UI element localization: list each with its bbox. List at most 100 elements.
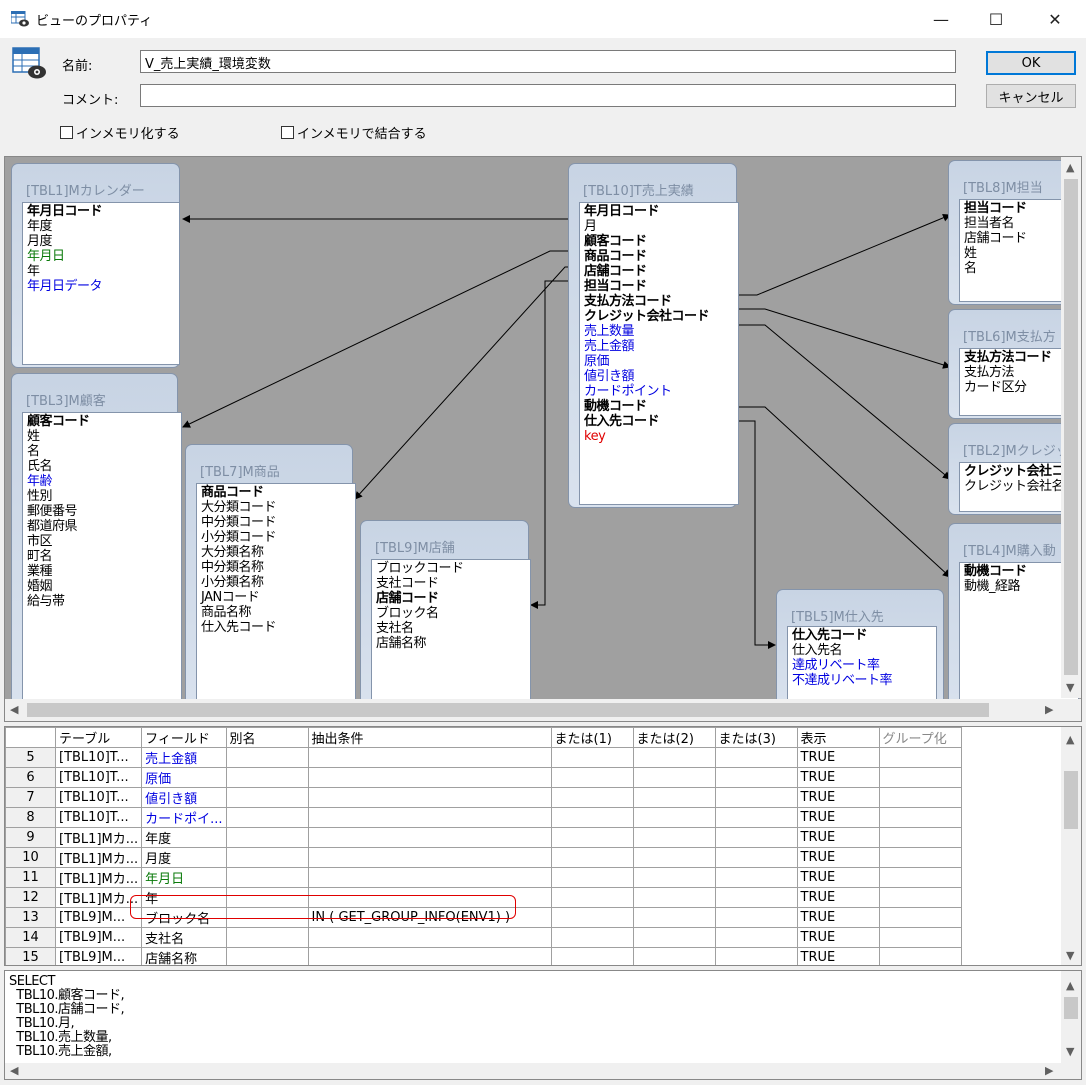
minimize-button[interactable]: — — [918, 0, 964, 38]
comment-input[interactable] — [140, 84, 956, 107]
grid-cell[interactable]: [TBL9]M... — [54, 907, 143, 928]
grid-cell[interactable] — [225, 767, 309, 788]
grid-cell[interactable] — [714, 947, 798, 965]
field-item[interactable]: key — [584, 429, 734, 444]
grid-cell[interactable]: TRUE — [796, 927, 880, 948]
grid-cell[interactable]: TRUE — [796, 847, 880, 868]
table-box[interactable]: [TBL1]Mカレンダー 年月日コード 年度 月度 年月日年年月日データ — [11, 163, 180, 368]
table-row[interactable]: 11 [TBL1]Mカ... 年月日 TRUE — [5, 867, 962, 888]
scroll-left-arrow-icon[interactable]: ◀ — [10, 1064, 18, 1077]
scroll-up-arrow-icon[interactable]: ▲ — [1066, 979, 1074, 992]
grid-header-cell[interactable] — [5, 727, 56, 748]
table-row[interactable]: 10 [TBL1]Mカ... 月度 TRUE — [5, 847, 962, 868]
field-table[interactable]: テーブル フィールド 別名 抽出条件 または(1) または(2) または(3) 表示 グループ化… — [5, 727, 962, 965]
grid-cell[interactable] — [225, 847, 309, 868]
grid-cell[interactable]: TRUE — [796, 767, 880, 788]
field-item[interactable]: 都道府県 — [27, 519, 177, 534]
grid-cell[interactable] — [878, 927, 962, 948]
field-item[interactable]: カードポイント — [584, 384, 734, 399]
field-item[interactable]: 大分類名称 — [201, 545, 351, 560]
field-item[interactable]: 年齢 — [27, 474, 177, 489]
sql-horizontal-scrollbar[interactable]: ◀ ▶ — [5, 1063, 1081, 1079]
scroll-thumb[interactable] — [1064, 179, 1078, 675]
grid-cell[interactable]: [TBL10]T... — [54, 787, 143, 808]
field-item[interactable]: 業種 — [27, 564, 177, 579]
field-item[interactable]: 性別 — [27, 489, 177, 504]
grid-cell[interactable]: [TBL1]Mカ... — [54, 867, 143, 888]
table-box[interactable]: [TBL6]M支払方 支払方法コード 支払方法 カード区分 — [948, 309, 1079, 419]
grid-cell[interactable]: 売上金額 — [141, 747, 227, 768]
ok-button[interactable]: OK — [986, 51, 1076, 75]
grid-cell[interactable]: TRUE — [796, 747, 880, 768]
scroll-thumb[interactable] — [1064, 771, 1078, 829]
grid-cell[interactable] — [225, 787, 309, 808]
field-item[interactable]: 売上数量 — [584, 324, 734, 339]
grid-cell[interactable]: 店舗名称 — [141, 947, 227, 965]
grid-cell[interactable]: [TBL1]Mカ... — [54, 847, 143, 868]
table-row[interactable]: 14 [TBL9]M... 支社名 TRUE — [5, 927, 962, 948]
grid-cell[interactable] — [225, 927, 309, 948]
field-item[interactable]: 店舗コード — [584, 264, 734, 279]
field-item[interactable]: 仕入先名 — [792, 643, 932, 658]
scroll-thumb[interactable] — [27, 703, 989, 717]
grid-cell[interactable]: TRUE — [796, 807, 880, 828]
grid-cell[interactable] — [878, 867, 962, 888]
field-item[interactable]: 店舗コード — [376, 591, 526, 606]
grid-cell[interactable] — [878, 847, 962, 868]
grid-cell[interactable] — [550, 867, 634, 888]
grid-cell[interactable] — [550, 827, 634, 848]
field-list[interactable]: ブロックコード 支社コード 店舗コード ブロック名 支社名 店舗名称 — [371, 559, 531, 707]
field-item[interactable]: 年月日コード — [584, 204, 734, 219]
grid-cell[interactable] — [632, 807, 716, 828]
grid-header-cell[interactable]: または(2) — [632, 727, 716, 748]
grid-cell[interactable]: [TBL10]T... — [54, 807, 143, 828]
grid-cell[interactable] — [714, 867, 798, 888]
grid-cell[interactable] — [878, 827, 962, 848]
table-row[interactable]: 5 [TBL10]T... 売上金額 TRUE — [5, 747, 962, 768]
field-item[interactable]: 支社名 — [376, 621, 526, 636]
field-item[interactable]: 商品名称 — [201, 605, 351, 620]
grid-cell[interactable] — [878, 947, 962, 965]
table-row[interactable]: 8 [TBL10]T... カードポイ... TRUE — [5, 807, 962, 828]
grid-cell[interactable] — [225, 807, 309, 828]
cancel-button[interactable]: キャンセル — [986, 84, 1076, 108]
grid-cell[interactable] — [632, 947, 716, 965]
table-box[interactable]: [TBL4]M購入動 動機コード 動機_経路 — [948, 523, 1079, 713]
grid-cell[interactable]: [TBL9]M... — [54, 947, 143, 965]
field-item[interactable]: 動機コード — [964, 564, 1074, 579]
field-item[interactable]: 名 — [964, 261, 1074, 276]
scroll-right-arrow-icon[interactable]: ▶ — [1045, 1064, 1053, 1077]
grid-cell[interactable] — [878, 747, 962, 768]
grid-cell[interactable] — [307, 807, 552, 828]
grid-cell[interactable]: 値引き額 — [141, 787, 227, 808]
grid-cell[interactable] — [550, 807, 634, 828]
grid-cell[interactable] — [307, 927, 552, 948]
scroll-thumb[interactable] — [1064, 997, 1078, 1019]
grid-header-cell[interactable]: 表示 — [796, 727, 880, 748]
table-box[interactable]: [TBL8]M担当 担当コード 担当者名 店舗コード姓名 — [948, 160, 1079, 305]
field-item[interactable]: 動機コード — [584, 399, 734, 414]
in-memory-join-checkbox[interactable]: インメモリで結合する — [281, 123, 427, 142]
field-item[interactable]: 店舗コード — [964, 231, 1074, 246]
field-item[interactable]: 婚姻 — [27, 579, 177, 594]
scroll-down-arrow-icon[interactable]: ▼ — [1066, 681, 1074, 694]
grid-cell[interactable]: 年度 — [141, 827, 227, 848]
field-item[interactable]: カード区分 — [964, 380, 1074, 395]
field-item[interactable]: 商品コード — [584, 249, 734, 264]
field-item[interactable]: 給与帯 — [27, 594, 177, 609]
grid-cell[interactable]: [TBL1]Mカ... — [54, 827, 143, 848]
grid-cell[interactable] — [714, 747, 798, 768]
field-item[interactable]: 名 — [27, 444, 177, 459]
grid-cell[interactable] — [225, 747, 309, 768]
field-item[interactable]: ブロック名 — [376, 606, 526, 621]
checkbox-box[interactable] — [60, 126, 73, 139]
field-list[interactable]: 年月日コード月顧客コード 商品コード 店舗コード 担当コード 支払方法コード クレジット会… — [579, 202, 739, 505]
close-button[interactable]: ✕ — [1032, 0, 1078, 38]
grid-cell[interactable] — [550, 907, 634, 928]
field-item[interactable]: 仕入先コード — [201, 620, 351, 635]
grid-cell[interactable] — [550, 747, 634, 768]
field-item[interactable]: JANコード — [201, 590, 351, 605]
field-item[interactable]: クレジット会社名 — [964, 479, 1074, 494]
field-item[interactable]: 小分類コード — [201, 530, 351, 545]
grid-header-cell[interactable]: グループ化 — [878, 727, 962, 748]
